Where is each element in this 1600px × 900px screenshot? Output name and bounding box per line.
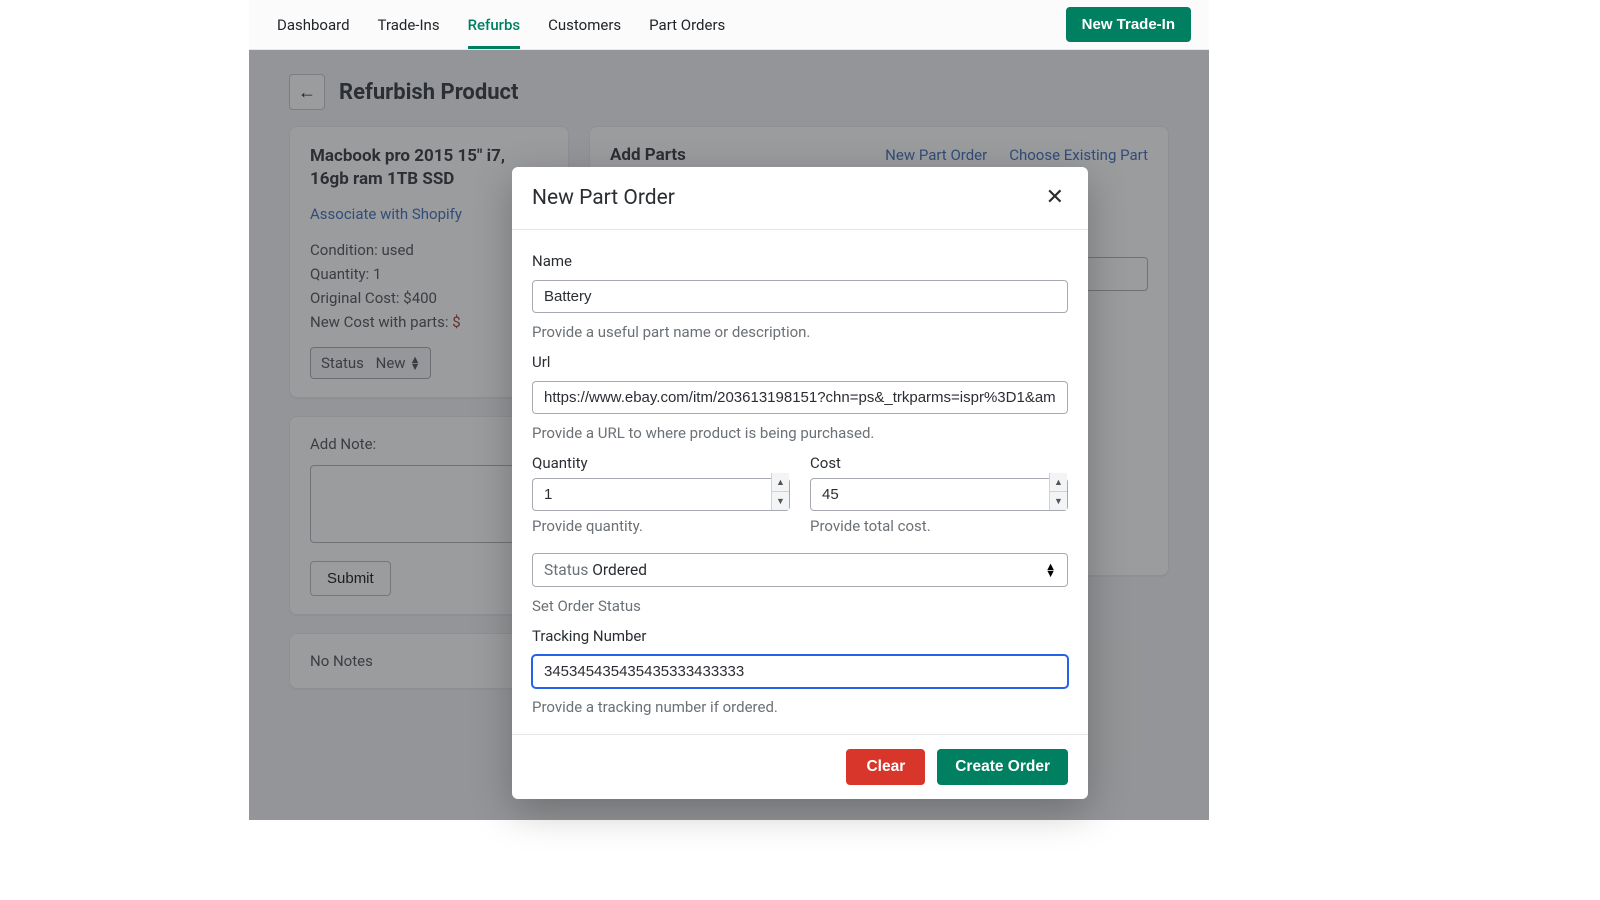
order-status-label: Status (544, 561, 588, 579)
nav-tabs: Dashboard Trade-Ins Refurbs Customers Pa… (277, 0, 725, 49)
tab-part-orders[interactable]: Part Orders (649, 0, 725, 49)
chevron-up-icon[interactable]: ▲ (772, 473, 789, 492)
tab-refurbs[interactable]: Refurbs (468, 0, 521, 49)
chevron-up-icon[interactable]: ▲ (1050, 473, 1067, 492)
quantity-help: Provide quantity. (532, 517, 790, 535)
url-label: Url (532, 353, 1068, 371)
new-part-order-modal: New Part Order ✕ Name Provide a useful p… (512, 167, 1088, 799)
quantity-stepper[interactable]: ▲▼ (771, 473, 789, 510)
tracking-help: Provide a tracking number if ordered. (532, 698, 1068, 716)
cost-help: Provide total cost. (810, 517, 1068, 535)
cost-label: Cost (810, 454, 1068, 472)
tab-dashboard[interactable]: Dashboard (277, 0, 350, 49)
tracking-input[interactable] (532, 655, 1068, 688)
name-label: Name (532, 252, 1068, 270)
order-status-help: Set Order Status (532, 597, 1068, 615)
clear-button[interactable]: Clear (846, 749, 925, 785)
cost-stepper[interactable]: ▲▼ (1049, 473, 1067, 510)
top-nav: Dashboard Trade-Ins Refurbs Customers Pa… (249, 0, 1209, 50)
tracking-label: Tracking Number (532, 627, 1068, 645)
url-input[interactable] (532, 381, 1068, 414)
quantity-label: Quantity (532, 454, 790, 472)
quantity-input[interactable] (532, 478, 790, 511)
sort-icon: ▲▼ (1045, 563, 1056, 577)
name-input[interactable] (532, 280, 1068, 313)
modal-title: New Part Order (532, 186, 675, 210)
tab-trade-ins[interactable]: Trade-Ins (378, 0, 440, 49)
name-help: Provide a useful part name or descriptio… (532, 323, 1068, 341)
chevron-down-icon[interactable]: ▼ (1050, 492, 1067, 510)
order-status-select[interactable]: Status Ordered ▲▼ (532, 553, 1068, 587)
chevron-down-icon[interactable]: ▼ (772, 492, 789, 510)
close-icon[interactable]: ✕ (1042, 183, 1068, 213)
cost-input[interactable] (810, 478, 1068, 511)
order-status-value: Ordered (592, 561, 647, 579)
url-help: Provide a URL to where product is being … (532, 424, 1068, 442)
tab-customers[interactable]: Customers (548, 0, 621, 49)
create-order-button[interactable]: Create Order (937, 749, 1068, 785)
new-trade-in-button[interactable]: New Trade-In (1066, 7, 1191, 42)
